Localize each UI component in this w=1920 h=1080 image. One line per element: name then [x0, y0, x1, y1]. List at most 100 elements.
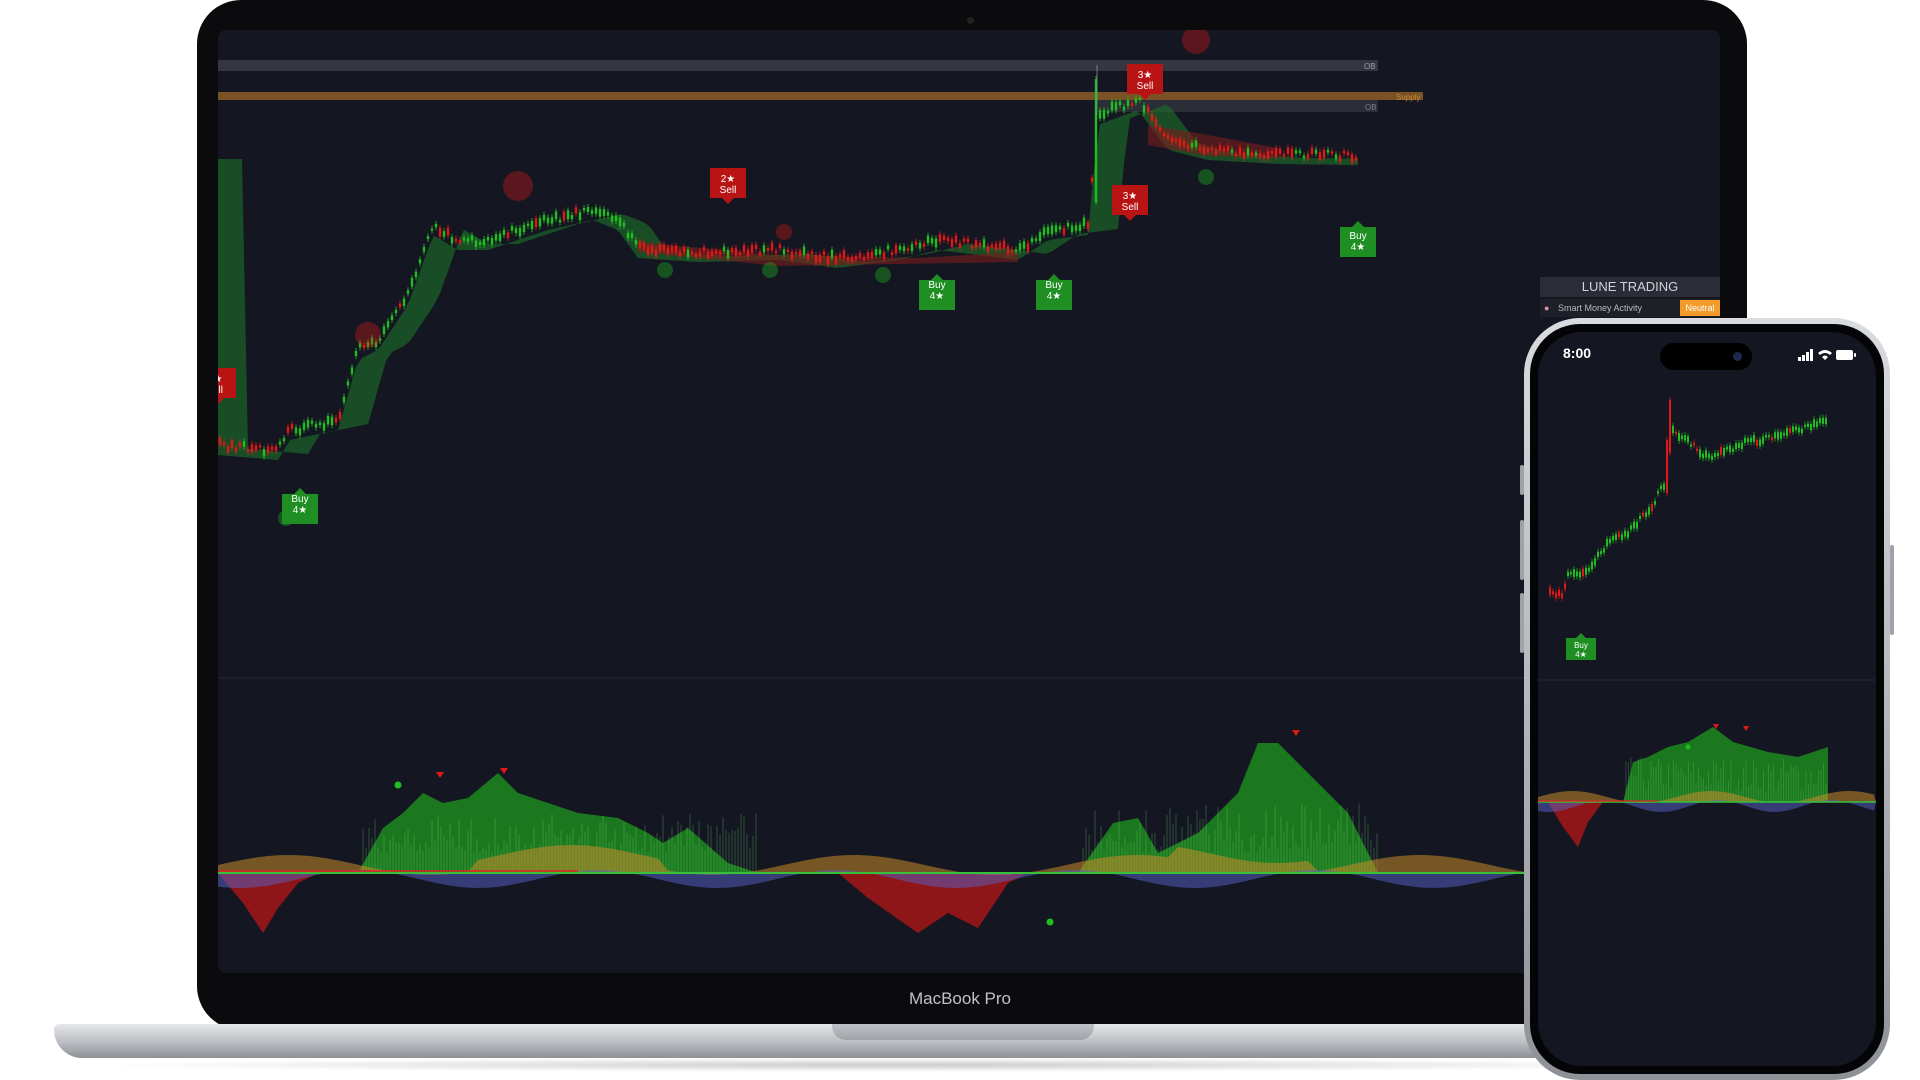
candle [1314, 149, 1318, 154]
candle [1624, 530, 1626, 537]
candle [278, 441, 282, 445]
candle [958, 243, 962, 248]
candle [1798, 427, 1800, 433]
candle [1684, 435, 1686, 441]
candle [1350, 154, 1354, 163]
candle [898, 246, 902, 250]
candle [338, 411, 342, 419]
candle [1130, 103, 1134, 106]
candle [354, 350, 358, 357]
panel-row: ● Smart Money Activity Neutral [1540, 299, 1720, 317]
candle [614, 215, 618, 222]
candle [882, 252, 886, 260]
candle [1046, 226, 1050, 235]
candle [838, 254, 842, 258]
candle [1717, 453, 1719, 457]
candle [1162, 133, 1166, 137]
candle [1654, 500, 1656, 505]
candle [1597, 551, 1599, 558]
trend-ribbon [218, 104, 1358, 460]
candle [382, 326, 386, 335]
candle [686, 249, 690, 258]
candle [1636, 521, 1638, 529]
candle [994, 243, 998, 250]
candle [1573, 569, 1575, 577]
candle [1206, 148, 1210, 153]
candle [794, 251, 798, 255]
candle [1250, 152, 1254, 157]
candle [286, 426, 290, 433]
candle [634, 239, 638, 245]
candle [1178, 138, 1182, 147]
oscillator-marker [1292, 730, 1300, 736]
candle [1753, 434, 1755, 442]
candle [1825, 417, 1827, 425]
candle [350, 367, 354, 374]
candle [1561, 592, 1563, 599]
candle [702, 246, 706, 252]
candle [1549, 587, 1551, 595]
candle [1222, 147, 1226, 152]
candle [1074, 225, 1078, 231]
candle [1792, 426, 1794, 432]
candle [606, 212, 610, 216]
candle [466, 238, 470, 242]
candle [1633, 521, 1635, 529]
candle [254, 445, 258, 451]
candle [1555, 592, 1557, 598]
candle [474, 240, 478, 247]
candle [1122, 106, 1126, 111]
laptop-screen: OBSupplyOB2★Sell3★Sell3★Sell★ellBuy4★Buy… [218, 30, 1720, 973]
candle [330, 416, 334, 426]
candle [610, 215, 614, 222]
candle [234, 447, 238, 452]
candle [1822, 417, 1824, 424]
candle [678, 251, 682, 257]
candle [890, 252, 894, 256]
candle [1270, 151, 1274, 154]
candle [514, 228, 518, 233]
candle [1066, 222, 1070, 227]
ob-zone [218, 60, 1378, 71]
candle [654, 249, 658, 257]
candle [554, 211, 558, 220]
candle [1768, 435, 1770, 438]
candle [750, 244, 754, 253]
candle [478, 242, 482, 245]
candle [502, 229, 506, 235]
candle [598, 208, 602, 217]
candle [830, 249, 834, 258]
oscillator-area-bull [1078, 743, 1378, 873]
candle [1182, 140, 1186, 147]
signal-text: Buy [291, 494, 308, 505]
signal-text: Sell [720, 185, 737, 196]
candle [966, 238, 970, 243]
candle [1290, 148, 1294, 158]
candle [1687, 436, 1689, 443]
candle [1771, 437, 1773, 441]
candle [490, 237, 494, 245]
candle [434, 223, 438, 228]
candle [1615, 534, 1617, 540]
candle [1214, 150, 1218, 155]
candle [1058, 226, 1062, 230]
candle [242, 441, 246, 447]
candle [662, 244, 666, 251]
candle [1699, 449, 1701, 458]
candle [1663, 483, 1665, 490]
candle [1741, 442, 1743, 450]
candle [918, 242, 922, 249]
signal-flag: Buy4★ [282, 488, 318, 524]
candle [1648, 507, 1650, 515]
candle [1194, 140, 1198, 148]
candle [1078, 224, 1082, 231]
candle [1591, 561, 1593, 570]
candle [1786, 428, 1788, 436]
candle [574, 207, 578, 214]
candle [1166, 134, 1170, 139]
candle [922, 243, 926, 247]
candle [926, 235, 930, 243]
candle [1062, 227, 1066, 235]
candle [1744, 437, 1746, 443]
candle [818, 254, 822, 263]
